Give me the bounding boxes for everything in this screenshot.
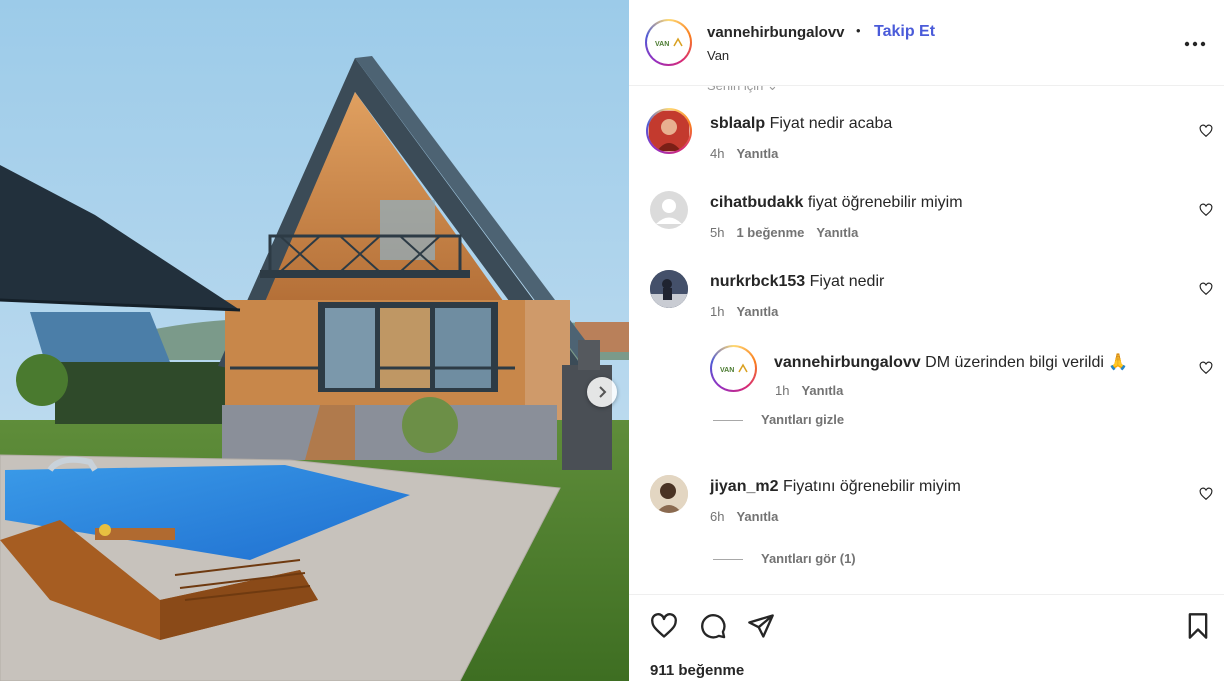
reply-button[interactable]: Yanıtla — [801, 383, 843, 398]
comment-time[interactable]: 1h — [710, 304, 724, 319]
comment-meta: 5h 1 beğenme Yanıtla — [710, 225, 858, 240]
comment-text: jiyan_m2 Fiyatını öğrenebilir miyim — [710, 478, 961, 496]
comment-time[interactable]: 5h — [710, 225, 724, 240]
more-options-icon — [1184, 41, 1206, 47]
replies-divider — [713, 420, 743, 422]
comment-meta: 4h Yanıtla — [710, 146, 778, 161]
show-replies-toggle[interactable]: Yanıtları gör (1) — [713, 551, 856, 566]
comment-username[interactable]: nurkrbck153 — [710, 273, 805, 290]
comment-username[interactable]: sblaalp — [710, 115, 765, 132]
author-username[interactable]: vannehirbungalovv — [707, 24, 845, 41]
bookmark-icon[interactable] — [1184, 612, 1212, 640]
post-location[interactable]: Van — [707, 48, 729, 63]
post-side-panel: VAN vannehirbungalovv • Takip Et Van Sen… — [629, 0, 1224, 681]
brand-logo-icon: VAN — [653, 27, 684, 58]
reply-button[interactable]: Yanıtla — [816, 225, 858, 240]
comment-meta: 6h Yanıtla — [710, 509, 778, 524]
comment-time[interactable]: 4h — [710, 146, 724, 161]
reply-button[interactable]: Yanıtla — [736, 509, 778, 524]
reply-meta: 1h Yanıtla — [775, 383, 843, 398]
comment-body: Fiyat nedir acaba — [769, 115, 893, 132]
show-replies-label: Yanıtları gör (1) — [761, 551, 856, 566]
post-photo — [0, 0, 629, 681]
comment-icon[interactable] — [699, 612, 727, 640]
commenter-avatar[interactable] — [650, 191, 688, 229]
reply-button[interactable]: Yanıtla — [736, 304, 778, 319]
like-comment-heart-icon[interactable] — [1199, 361, 1213, 375]
comment-item: sblaalp Fiyat nedir acaba 4h Yanıtla — [629, 106, 1224, 176]
reply-button[interactable]: Yanıtla — [736, 146, 778, 161]
author-avatar[interactable]: VAN — [710, 345, 757, 392]
commenter-avatar[interactable] — [650, 270, 688, 308]
comment-username[interactable]: cihatbudakk — [710, 194, 803, 211]
like-comment-heart-icon[interactable] — [1199, 124, 1213, 138]
comment-text: nurkrbck153 Fiyat nedir — [710, 273, 884, 291]
comment-item: jiyan_m2 Fiyatını öğrenebilir miyim 6h Ya… — [629, 469, 1224, 539]
like-comment-heart-icon[interactable] — [1199, 282, 1213, 296]
send-icon[interactable] — [747, 612, 775, 640]
comment-text: sblaalp Fiyat nedir acaba — [710, 115, 892, 133]
commenter-photo-icon — [649, 111, 689, 151]
chevron-right-icon — [599, 386, 607, 398]
brand-logo-icon: VAN — [718, 353, 749, 384]
post-header: VAN vannehirbungalovv • Takip Et Van — [629, 0, 1224, 86]
heart-icon[interactable] — [650, 612, 678, 640]
like-comment-heart-icon[interactable] — [1199, 487, 1213, 501]
like-comment-heart-icon[interactable] — [1199, 203, 1213, 217]
comment-text: cihatbudakk fiyat öğrenebilir miyim — [710, 194, 963, 212]
next-photo-button[interactable] — [587, 377, 617, 407]
hide-replies-toggle[interactable]: Yanıtları gizle — [713, 412, 844, 427]
comment-meta: 1h Yanıtla — [710, 304, 778, 319]
follow-button[interactable]: Takip Et — [874, 23, 935, 41]
commenter-photo-icon — [650, 270, 688, 308]
reply-text: vannehirbungalovv DM üzerinden bilgi ver… — [774, 352, 1128, 372]
comments-list[interactable]: Senin için ⌄ sblaalp Fiyat nedir acaba 4… — [629, 86, 1224, 594]
comment-item: nurkrbck153 Fiyat nedir 1h Yanıtla — [629, 264, 1224, 334]
reply-time[interactable]: 1h — [775, 383, 789, 398]
reply-item: VAN vannehirbungalovv DM üzerinden bilgi… — [629, 343, 1224, 413]
comment-time[interactable]: 6h — [710, 509, 724, 524]
commenter-photo-icon — [650, 475, 688, 513]
comment-likes-count[interactable]: 1 beğenme — [736, 225, 804, 240]
commenter-avatar[interactable] — [646, 108, 692, 154]
reply-body: DM üzerinden bilgi verildi 🙏 — [925, 354, 1129, 371]
comment-body: Fiyat nedir — [809, 273, 885, 290]
comment-body: Fiyatını öğrenebilir miyim — [782, 478, 961, 495]
replies-divider — [713, 559, 743, 561]
author-avatar[interactable]: VAN — [645, 19, 692, 66]
reply-username[interactable]: vannehirbungalovv — [774, 354, 921, 371]
more-options-button[interactable] — [1184, 30, 1206, 50]
post-actions-bar: 911 beğenme — [629, 594, 1224, 681]
comment-item: cihatbudakk fiyat öğrenebilir miyim 5h 1 … — [629, 185, 1224, 255]
likes-count[interactable]: 911 beğenme — [650, 662, 744, 679]
svg-text:VAN: VAN — [655, 41, 669, 48]
comment-body: fiyat öğrenebilir miyim — [807, 194, 963, 211]
commenter-avatar[interactable] — [650, 475, 688, 513]
hide-replies-label: Yanıtları gizle — [761, 412, 845, 427]
bungalow-photo-image — [0, 0, 629, 681]
comment-sort-label[interactable]: Senin için ⌄ — [707, 86, 778, 94]
svg-text:VAN: VAN — [720, 367, 734, 374]
separator-dot: • — [856, 23, 861, 38]
default-user-icon — [656, 199, 682, 224]
comment-username[interactable]: jiyan_m2 — [710, 478, 778, 495]
